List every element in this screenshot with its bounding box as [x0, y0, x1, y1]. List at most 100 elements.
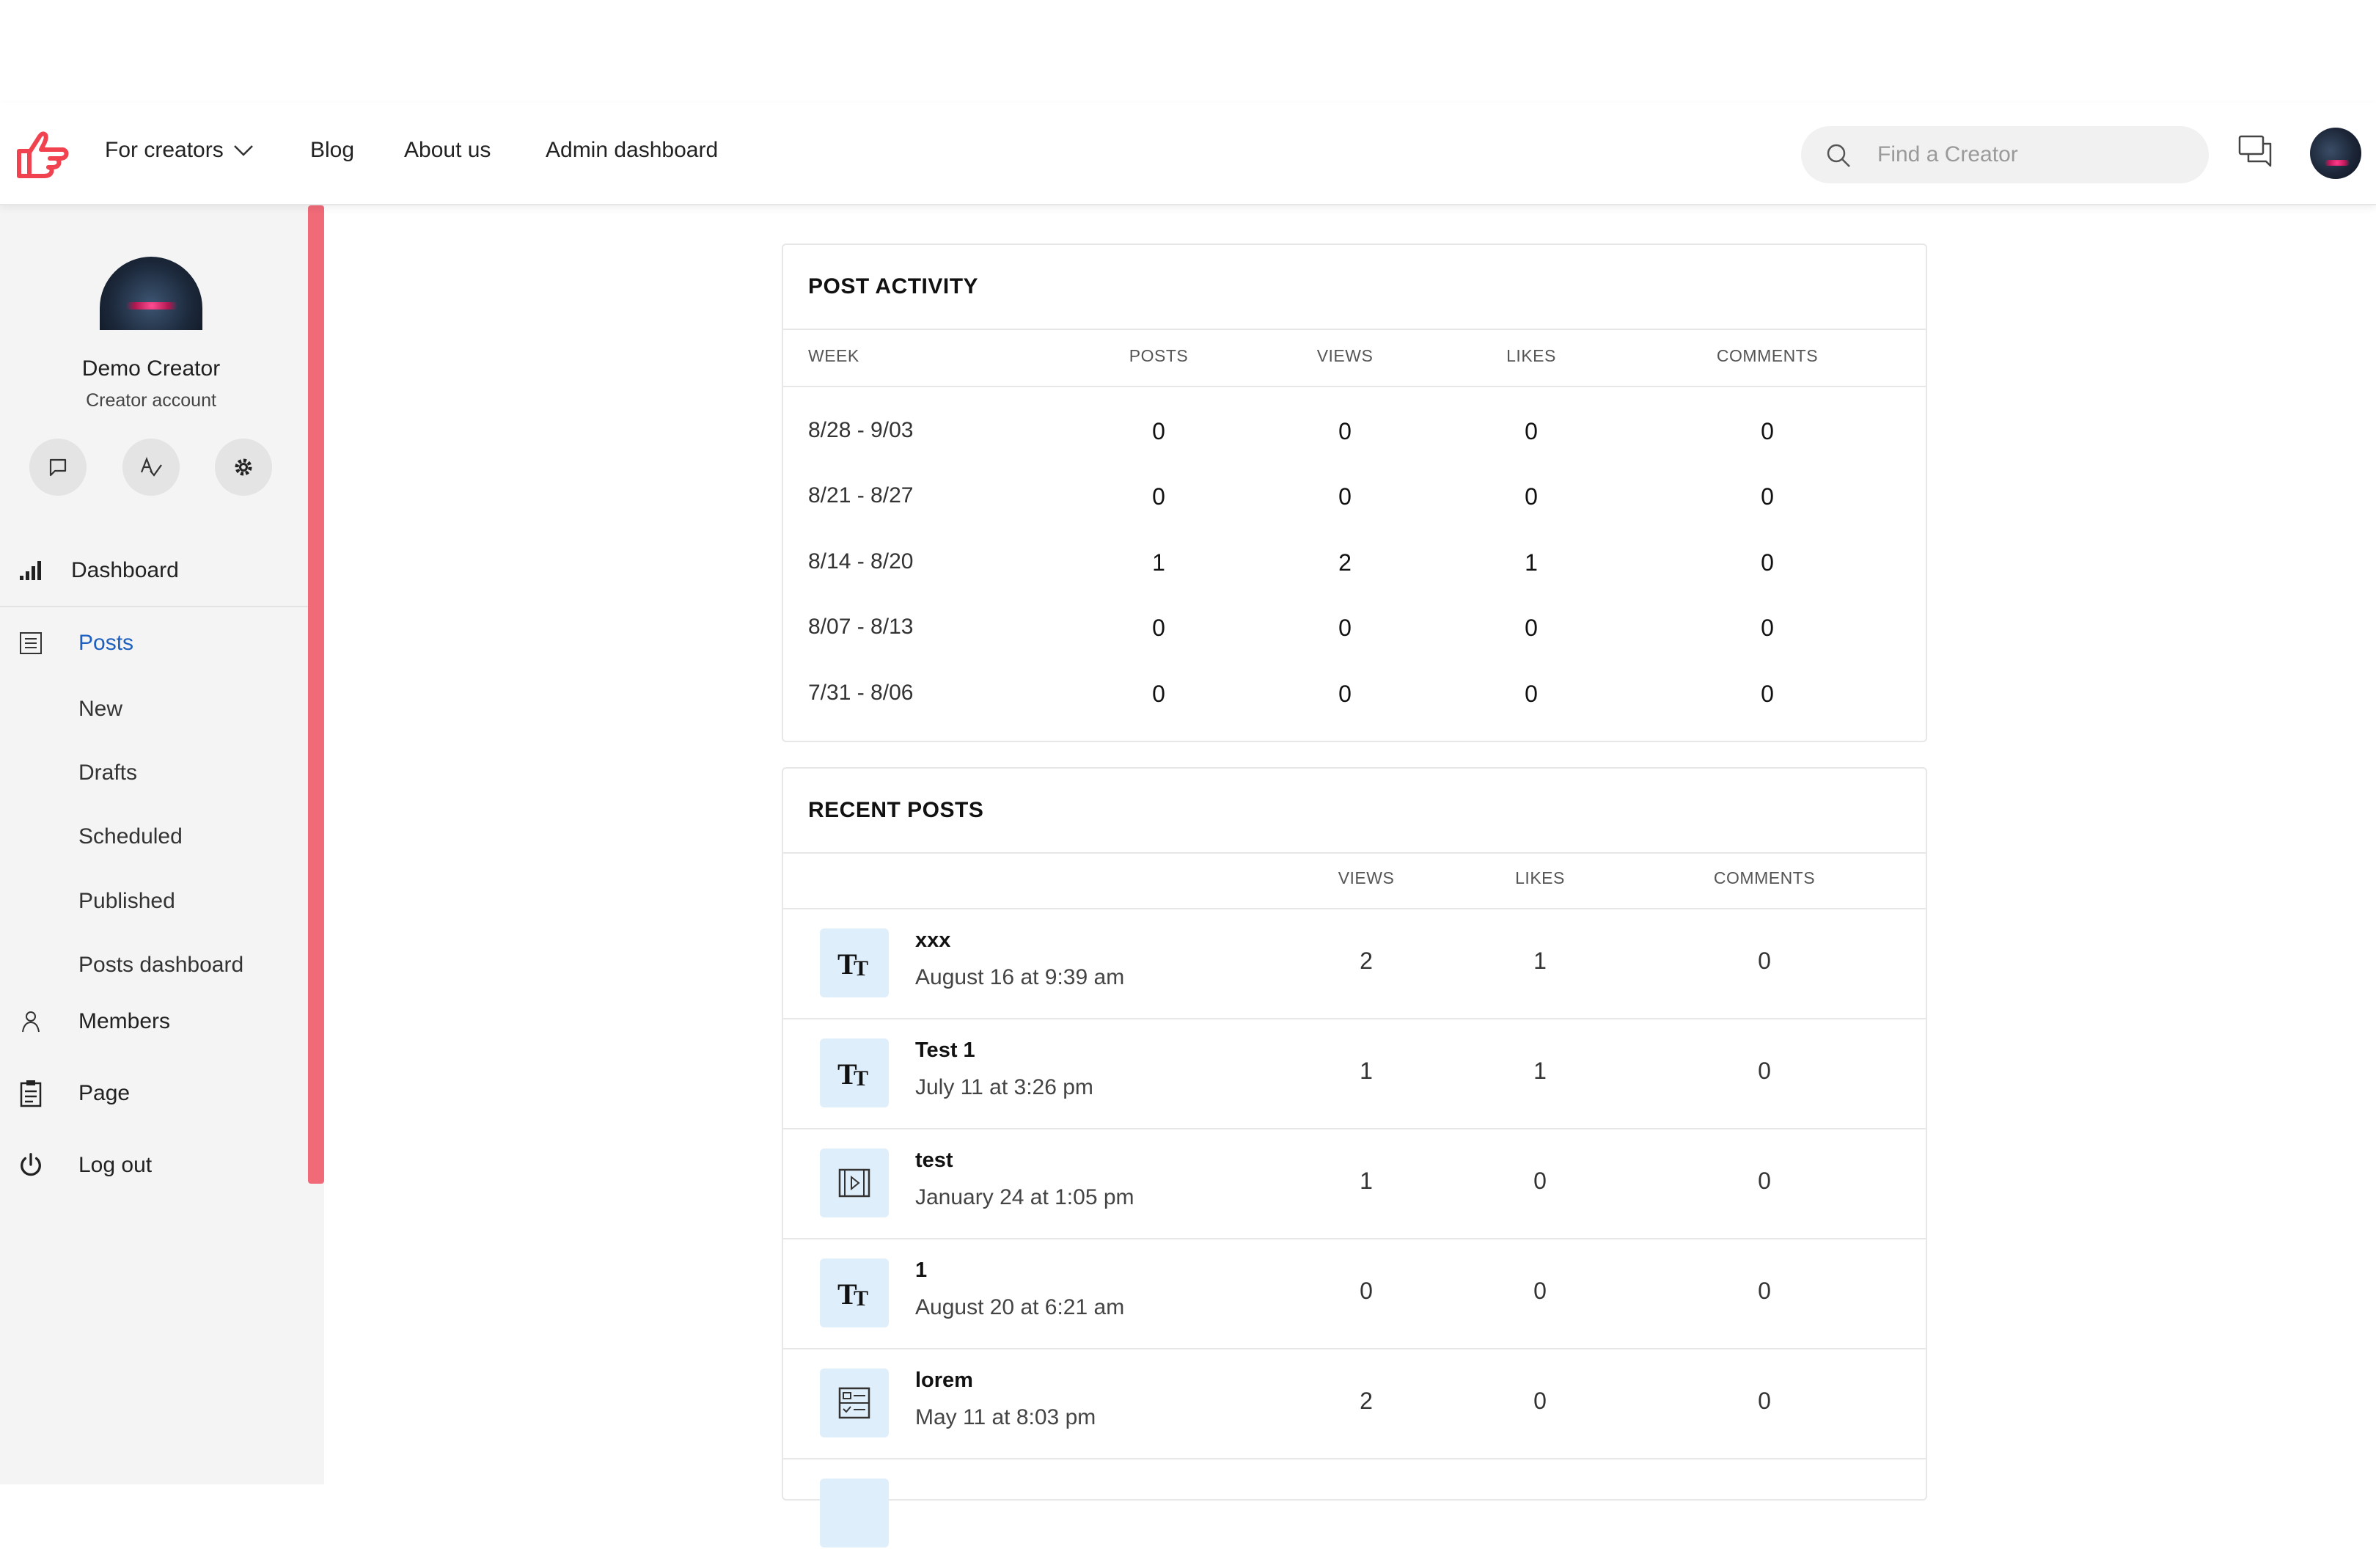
week-cell: 8/28 - 9/03 — [808, 418, 914, 442]
sidebar-subitem-published[interactable]: Published — [78, 889, 175, 914]
sidebar-item-members[interactable]: Members — [0, 1000, 308, 1044]
nav-about-link[interactable]: About us — [404, 138, 491, 163]
bar-chart-icon — [18, 557, 44, 584]
post-activity-title: POST ACTIVITY — [808, 274, 979, 298]
col-head-comments: COMMENTS — [1716, 346, 1819, 365]
views-cell: 2 — [1338, 549, 1352, 576]
settings-button[interactable] — [215, 439, 272, 496]
nav-admin-dashboard-link[interactable]: Admin dashboard — [546, 138, 718, 163]
comments-cell: 0 — [1761, 418, 1774, 444]
posts-cell: 0 — [1152, 681, 1165, 707]
svg-text:T: T — [854, 1286, 868, 1311]
likes-cell: 0 — [1525, 615, 1538, 641]
sidebar-item-page[interactable]: Page — [0, 1071, 308, 1115]
post-views: 1 — [1360, 1058, 1373, 1084]
post-comments: 0 — [1758, 1058, 1771, 1084]
post-likes: 0 — [1533, 1278, 1547, 1304]
post-views: 0 — [1360, 1278, 1373, 1304]
svg-text:T: T — [854, 956, 868, 981]
posts-cell: 0 — [1152, 418, 1165, 444]
col-head-views: VIEWS — [1338, 868, 1395, 887]
recent-post-row[interactable]: TT 1 August 20 at 6:21 am 0 0 0 — [783, 1238, 1926, 1348]
likes-cell: 1 — [1525, 549, 1538, 576]
spellcheck-button[interactable] — [122, 439, 180, 496]
col-head-views: VIEWS — [1316, 346, 1374, 365]
comments-cell: 0 — [1761, 483, 1774, 510]
svg-text:T: T — [854, 1066, 868, 1091]
text-post-icon: TT — [820, 928, 889, 997]
chevron-down-icon — [233, 145, 253, 156]
post-comments: 0 — [1758, 1168, 1771, 1194]
sidebar-item-dashboard[interactable]: Dashboard — [0, 549, 308, 593]
search-bar — [1801, 126, 2209, 183]
recent-post-row[interactable]: test January 24 at 1:05 pm 1 0 0 — [783, 1128, 1926, 1238]
document-list-icon — [18, 630, 44, 656]
panel-divider — [783, 329, 1926, 330]
nav-for-creators-label: For creators — [105, 138, 224, 162]
col-head-likes: LIKES — [1506, 346, 1556, 365]
search-icon — [1827, 144, 1850, 167]
sidebar-item-posts[interactable]: Posts — [0, 621, 308, 665]
posts-cell: 0 — [1152, 483, 1165, 510]
week-cell: 8/07 - 8/13 — [808, 615, 914, 639]
sidebar-divider — [0, 606, 308, 607]
gear-icon — [235, 458, 252, 476]
col-head-posts: POSTS — [1129, 346, 1189, 365]
post-views: 2 — [1360, 948, 1373, 974]
views-cell: 0 — [1338, 418, 1352, 444]
likes-cell: 0 — [1525, 483, 1538, 510]
recent-post-row[interactable]: TT Test 1 July 11 at 3:26 pm 1 1 0 — [783, 1018, 1926, 1128]
post-title: Test 1 — [915, 1038, 975, 1062]
post-likes: 0 — [1533, 1388, 1547, 1414]
recent-post-row[interactable]: TT xxx August 16 at 9:39 am 2 1 0 — [783, 908, 1926, 1018]
spellcheck-icon — [140, 456, 162, 477]
post-likes: 1 — [1533, 1058, 1547, 1084]
likes-cell: 0 — [1525, 681, 1538, 707]
week-cell: 7/31 - 8/06 — [808, 681, 914, 705]
post-date: August 20 at 6:21 am — [915, 1295, 1125, 1319]
post-views: 1 — [1360, 1168, 1373, 1194]
poll-post-icon — [820, 1369, 889, 1437]
post-likes: 1 — [1533, 948, 1547, 974]
recent-posts-panel: RECENT POSTS VIEWS LIKES COMMENTS TT xxx… — [782, 767, 1927, 1547]
logo-thumb-icon[interactable] — [15, 129, 69, 180]
sidebar-subitem-scheduled[interactable]: Scheduled — [78, 824, 183, 849]
sidebar-subitem-drafts[interactable]: Drafts — [78, 761, 137, 785]
views-cell: 0 — [1338, 681, 1352, 707]
sidebar-subitem-posts-dashboard[interactable]: Posts dashboard — [78, 953, 243, 978]
sidebar-scrollbar[interactable] — [308, 205, 324, 1184]
text-post-icon: TT — [820, 1259, 889, 1327]
sidebar-item-logout[interactable]: Log out — [0, 1143, 308, 1187]
messages-icon[interactable] — [2237, 132, 2275, 170]
panel-divider — [783, 852, 1926, 854]
col-head-comments: COMMENTS — [1713, 868, 1816, 887]
post-date: August 16 at 9:39 am — [915, 965, 1125, 989]
panel-divider — [783, 386, 1926, 387]
post-comments: 0 — [1758, 1278, 1771, 1304]
col-head-week: WEEK — [808, 346, 859, 365]
week-cell: 8/14 - 8/20 — [808, 549, 914, 574]
user-avatar[interactable] — [2310, 128, 2361, 179]
recent-post-row[interactable] — [783, 1458, 1926, 1568]
recent-posts-title: RECENT POSTS — [808, 798, 984, 822]
post-comments: 0 — [1758, 1388, 1771, 1414]
sidebar-subitem-new[interactable]: New — [78, 697, 122, 722]
post-likes: 0 — [1533, 1168, 1547, 1194]
messages-button[interactable] — [29, 439, 87, 496]
search-input[interactable] — [1877, 136, 2185, 173]
post-date: May 11 at 8:03 pm — [915, 1405, 1096, 1429]
likes-cell: 0 — [1525, 418, 1538, 444]
profile-avatar[interactable] — [100, 257, 202, 330]
sidebar: Demo Creator Creator account Dashboard P… — [0, 205, 324, 1484]
recent-post-row[interactable]: lorem May 11 at 8:03 pm 2 0 0 — [783, 1348, 1926, 1458]
power-icon — [18, 1152, 44, 1179]
nav-for-creators[interactable]: For creators — [105, 138, 254, 163]
sidebar-item-label: Page — [78, 1081, 131, 1105]
views-cell: 0 — [1338, 483, 1352, 510]
post-title: 1 — [915, 1259, 928, 1282]
post-title: lorem — [915, 1369, 973, 1392]
message-icon — [49, 458, 67, 477]
comments-cell: 0 — [1761, 615, 1774, 641]
nav-blog-link[interactable]: Blog — [310, 138, 354, 163]
comments-cell: 0 — [1761, 681, 1774, 707]
